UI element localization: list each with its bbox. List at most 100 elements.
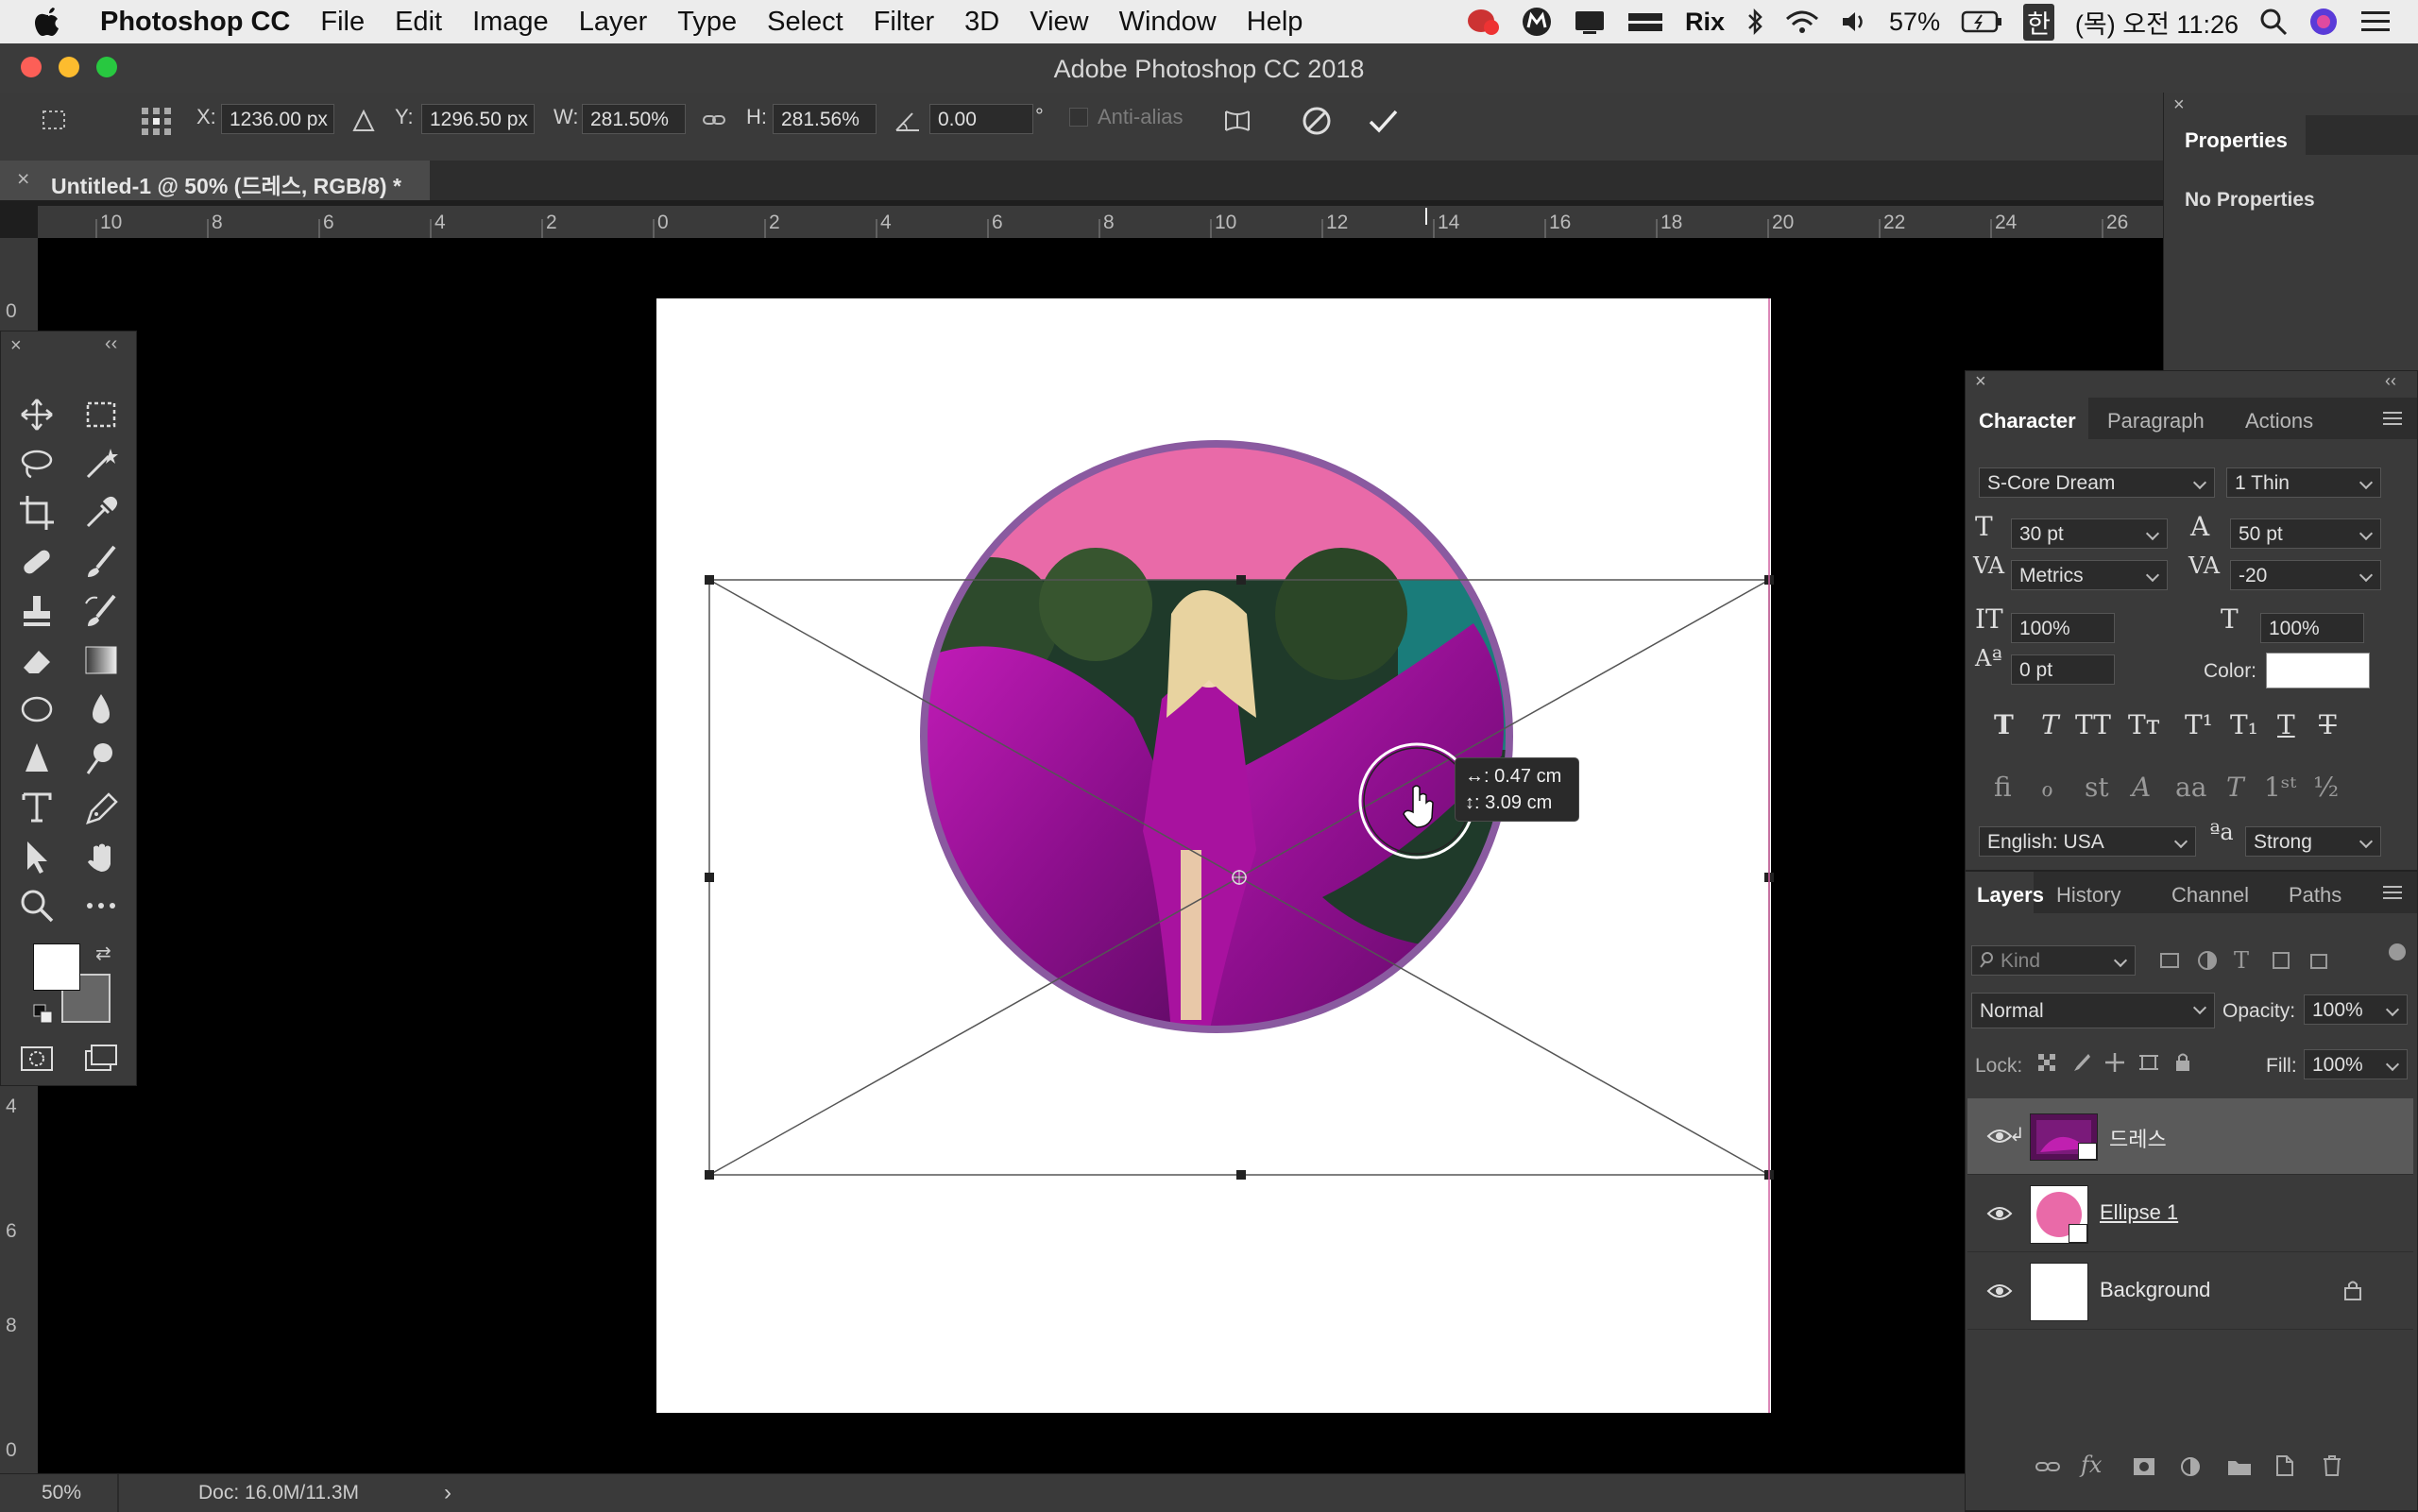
layer-name[interactable]: 드레스: [2109, 1123, 2167, 1153]
tab-history[interactable]: History: [2056, 883, 2120, 908]
filter-type-icon[interactable]: T: [2234, 947, 2249, 974]
visibility-eye-icon[interactable]: [1986, 1202, 2013, 1225]
status-chevron-icon[interactable]: ›: [444, 1480, 451, 1506]
default-colors-icon[interactable]: [33, 1004, 54, 1025]
tab-paragraph[interactable]: Paragraph: [2107, 409, 2205, 433]
more-tools-icon[interactable]: [80, 885, 122, 926]
quick-mask-icon[interactable]: [16, 1038, 58, 1079]
path-selection-tool-icon[interactable]: [16, 836, 58, 877]
filter-smart-object-icon[interactable]: [2307, 949, 2330, 972]
layer-row[interactable]: Ellipse 1: [1967, 1176, 2413, 1252]
blend-mode-select[interactable]: Normal: [1971, 993, 2215, 1028]
layers-panel-menu-icon[interactable]: [2381, 883, 2406, 902]
tab-paths[interactable]: Paths: [2289, 883, 2341, 908]
filter-toggle[interactable]: [2389, 943, 2406, 960]
healing-brush-tool-icon[interactable]: [16, 541, 58, 583]
close-character-panel-icon[interactable]: ×: [1975, 371, 1986, 393]
collapse-tools-icon[interactable]: ‹‹: [105, 333, 117, 355]
type-tool-icon[interactable]: [16, 787, 58, 828]
subscript-icon[interactable]: T₁: [2230, 709, 2258, 740]
screen-mode-icon[interactable]: [80, 1038, 122, 1079]
link-layers-icon[interactable]: [2034, 1455, 2062, 1478]
tracking-select[interactable]: -20: [2230, 560, 2381, 590]
move-tool-icon[interactable]: [16, 394, 58, 435]
properties-tab[interactable]: Properties: [2164, 115, 2306, 155]
layer-row[interactable]: Background: [1967, 1253, 2413, 1330]
foreground-color-swatch-top[interactable]: [33, 943, 80, 991]
ordinals-icon[interactable]: 1ˢᵗ: [2264, 772, 2296, 803]
new-group-icon[interactable]: [2226, 1455, 2253, 1478]
horizontal-scale-input[interactable]: 100%: [2260, 613, 2364, 643]
stylistic-alternates-icon[interactable]: aa: [2175, 772, 2206, 803]
panel-menu-icon[interactable]: [2381, 409, 2406, 428]
eraser-tool-icon[interactable]: [16, 639, 58, 681]
filter-shape-icon[interactable]: [2270, 949, 2292, 972]
titling-alternates-icon[interactable]: T: [2226, 772, 2244, 803]
adjustment-layer-icon[interactable]: [2179, 1455, 2202, 1478]
lock-position-icon[interactable]: [2103, 1051, 2126, 1074]
discretionary-ligature-icon[interactable]: st: [2085, 772, 2109, 803]
lock-all-icon[interactable]: [2171, 1051, 2194, 1074]
font-size-input[interactable]: 30 pt: [2011, 518, 2168, 549]
pen-tool-icon[interactable]: [80, 787, 122, 828]
lock-transparent-icon[interactable]: [2035, 1051, 2058, 1074]
lock-artboard-icon[interactable]: [2137, 1051, 2160, 1074]
fill-input[interactable]: 100%: [2304, 1049, 2408, 1079]
history-brush-tool-icon[interactable]: [80, 590, 122, 632]
brush-tool-icon[interactable]: [80, 541, 122, 583]
siri-icon[interactable]: [2308, 7, 2339, 37]
filter-pixel-icon[interactable]: [2158, 949, 2181, 972]
antialias-method-select[interactable]: Strong: [2245, 826, 2381, 857]
clone-stamp-tool-icon[interactable]: [16, 590, 58, 632]
close-tools-icon[interactable]: ×: [10, 335, 22, 357]
strikethrough-icon[interactable]: T: [2319, 709, 2337, 740]
marquee-tool-icon[interactable]: [80, 394, 122, 435]
superscript-icon[interactable]: T¹: [2185, 709, 2213, 740]
text-color-swatch[interactable]: [2266, 653, 2370, 688]
swash-icon[interactable]: A: [2132, 772, 2151, 803]
tab-actions[interactable]: Actions: [2245, 409, 2313, 433]
faux-bold-icon[interactable]: T: [1994, 709, 2014, 740]
notification-center-icon[interactable]: [2359, 8, 2392, 35]
old-style-icon[interactable]: ℴ: [2041, 772, 2053, 803]
visibility-eye-icon[interactable]: [1986, 1280, 2013, 1302]
small-caps-icon[interactable]: Tт: [2128, 709, 2160, 740]
font-family-select[interactable]: S-Core Dream: [1979, 467, 2215, 498]
tab-channels[interactable]: Channel: [2171, 883, 2249, 908]
tab-layers[interactable]: Layers: [1977, 883, 2044, 908]
lock-pixels-icon[interactable]: [2069, 1051, 2092, 1074]
font-style-select[interactable]: 1 Thin: [2226, 467, 2381, 498]
sharpen-tool-icon[interactable]: [16, 738, 58, 779]
ligature-icon[interactable]: fi: [1994, 772, 2012, 803]
vertical-scale-input[interactable]: 100%: [2011, 613, 2115, 643]
layer-row[interactable]: ↲ 드레스: [1967, 1098, 2413, 1175]
filter-adjustment-icon[interactable]: [2196, 949, 2219, 972]
language-select[interactable]: English: USA: [1979, 826, 2196, 857]
fractions-icon[interactable]: ½: [2313, 772, 2339, 803]
hand-tool-icon[interactable]: [80, 836, 122, 877]
layer-name[interactable]: Ellipse 1: [2100, 1200, 2178, 1225]
faux-italic-icon[interactable]: T: [2041, 709, 2059, 740]
layer-name[interactable]: Background: [2100, 1278, 2210, 1302]
layer-filter-select[interactable]: Kind: [1971, 945, 2136, 976]
dodge-tool-icon[interactable]: [80, 738, 122, 779]
tab-character[interactable]: Character: [1979, 409, 2076, 433]
baseline-shift-input[interactable]: 0 pt: [2011, 654, 2115, 685]
ellipse-tool-icon[interactable]: [16, 688, 58, 730]
kerning-select[interactable]: Metrics: [2011, 560, 2168, 590]
blur-tool-icon[interactable]: [80, 688, 122, 730]
magic-wand-tool-icon[interactable]: [80, 443, 122, 484]
eyedropper-tool-icon[interactable]: [80, 492, 122, 534]
underline-icon[interactable]: T: [2277, 709, 2295, 740]
new-layer-icon[interactable]: [2273, 1453, 2296, 1478]
layer-style-fx-icon[interactable]: fx: [2081, 1452, 2102, 1478]
search-icon[interactable]: [2259, 8, 2288, 36]
add-mask-icon[interactable]: [2132, 1455, 2156, 1478]
close-properties-icon[interactable]: ×: [2173, 94, 2185, 116]
document-size[interactable]: Doc: 16.0M/11.3M: [198, 1482, 359, 1504]
gradient-tool-icon[interactable]: [80, 639, 122, 681]
crop-tool-icon[interactable]: [16, 492, 58, 534]
delete-layer-icon[interactable]: [2321, 1453, 2343, 1478]
collapse-character-panel-icon[interactable]: ‹‹: [2385, 371, 2396, 391]
opacity-input[interactable]: 100%: [2304, 994, 2408, 1025]
